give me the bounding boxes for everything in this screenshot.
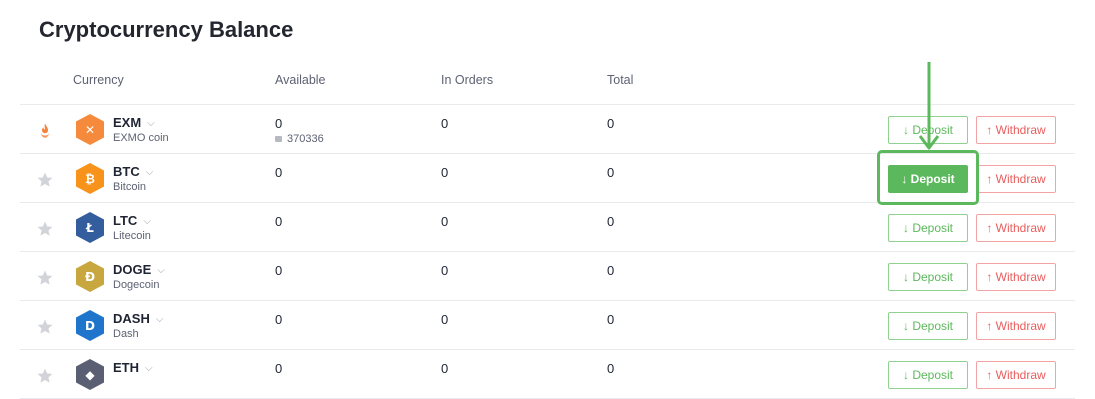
currency-name: Dogecoin: [113, 279, 160, 291]
bitcoin-icon: ₿: [74, 162, 106, 195]
available-value: 0: [275, 361, 283, 376]
currency-name: Litecoin: [113, 230, 151, 242]
table-row: Ł LTC ⌵ Litecoin 0 0 0 ↓ Deposit ↑ Withdraw: [20, 203, 1075, 251]
fire-icon[interactable]: [36, 122, 54, 140]
down-arrow-annotation: [918, 62, 940, 150]
deposit-button[interactable]: ↓ Deposit: [888, 214, 968, 242]
in-orders-value: 0: [441, 312, 449, 327]
currency-ticker[interactable]: BTC ⌵: [113, 164, 153, 179]
in-orders-value: 0: [441, 214, 449, 229]
column-header-available[interactable]: Available: [275, 73, 326, 87]
table-row: ◆ ETH ⌵ 0 0 0 ↓ Deposit ↑ Withdraw: [20, 350, 1075, 398]
currency-name: EXMO coin: [113, 132, 169, 144]
currency-ticker-label: EXM: [113, 115, 142, 130]
deposit-button[interactable]: ↓ Deposit: [888, 263, 968, 291]
star-icon[interactable]: [36, 171, 54, 189]
currency-ticker[interactable]: DASH ⌵: [113, 311, 163, 326]
ethereum-icon: ◆: [74, 358, 106, 391]
dash-icon: D: [74, 309, 106, 342]
star-icon[interactable]: [36, 367, 54, 385]
chevron-down-icon[interactable]: ⌵: [157, 265, 165, 276]
in-orders-value: 0: [441, 263, 449, 278]
table-row: Đ DOGE ⌵ Dogecoin 0 0 0 ↓ Deposit ↑ Withdraw: [20, 252, 1075, 300]
column-header-currency[interactable]: Currency: [73, 73, 124, 87]
withdraw-button[interactable]: ↑ Withdraw: [976, 361, 1056, 389]
star-icon[interactable]: [36, 318, 54, 336]
available-value: 0: [275, 116, 283, 131]
currency-ticker[interactable]: LTC ⌵: [113, 213, 151, 228]
currency-ticker-label: DOGE: [113, 262, 152, 277]
available-value: 0: [275, 312, 283, 327]
currency-ticker[interactable]: EXM ⌵: [113, 115, 155, 130]
dogecoin-icon: Đ: [74, 260, 106, 293]
total-value: 0: [607, 214, 615, 229]
exmo-coin-icon: ✕: [74, 113, 106, 146]
withdraw-button[interactable]: ↑ Withdraw: [976, 165, 1056, 193]
total-value: 0: [607, 165, 615, 180]
withdraw-button[interactable]: ↑ Withdraw: [976, 214, 1056, 242]
available-value: 0: [275, 165, 283, 180]
available-value: 0: [275, 263, 283, 278]
in-orders-value: 0: [441, 165, 449, 180]
locked-amount-value: 370336: [287, 133, 324, 145]
chevron-down-icon[interactable]: ⌵: [147, 118, 155, 129]
litecoin-icon: Ł: [74, 211, 106, 244]
currency-ticker-label: BTC: [113, 164, 140, 179]
currency-ticker-label: LTC: [113, 213, 138, 228]
deposit-button[interactable]: ↓ Deposit: [888, 361, 968, 389]
svg-text:✕: ✕: [85, 123, 95, 137]
svg-text:◆: ◆: [85, 368, 95, 382]
currency-ticker-label: DASH: [113, 311, 150, 326]
lock-icon: [275, 136, 282, 142]
deposit-highlight-box: [877, 150, 979, 205]
svg-text:Đ: Đ: [85, 270, 95, 284]
table-row: ✕ EXM ⌵ EXMO coin 0 370336 0 0 ↓ Deposit ↑ Withdr…: [20, 105, 1075, 153]
currency-name: Dash: [113, 328, 139, 340]
column-header-total[interactable]: Total: [607, 73, 633, 87]
withdraw-button[interactable]: ↑ Withdraw: [976, 116, 1056, 144]
locked-amount: 370336: [275, 133, 324, 145]
chevron-down-icon[interactable]: ⌵: [156, 314, 164, 325]
chevron-down-icon[interactable]: ⌵: [143, 216, 151, 227]
chevron-down-icon[interactable]: ⌵: [145, 363, 153, 374]
in-orders-value: 0: [441, 361, 449, 376]
column-header-in-orders[interactable]: In Orders: [441, 73, 493, 87]
total-value: 0: [607, 263, 615, 278]
withdraw-button[interactable]: ↑ Withdraw: [976, 263, 1056, 291]
total-value: 0: [607, 116, 615, 131]
total-value: 0: [607, 361, 615, 376]
currency-ticker[interactable]: DOGE ⌵: [113, 262, 165, 277]
withdraw-button[interactable]: ↑ Withdraw: [976, 312, 1056, 340]
svg-text:D: D: [85, 319, 95, 333]
page-title: Cryptocurrency Balance: [39, 17, 294, 42]
available-value: 0: [275, 214, 283, 229]
in-orders-value: 0: [441, 116, 449, 131]
deposit-button[interactable]: ↓ Deposit: [888, 312, 968, 340]
currency-name: Bitcoin: [113, 181, 147, 193]
svg-text:₿: ₿: [85, 172, 95, 186]
svg-text:Ł: Ł: [85, 221, 94, 235]
star-icon[interactable]: [36, 269, 54, 287]
table-row: D DASH ⌵ Dash 0 0 0 ↓ Deposit ↑ Withdraw: [20, 301, 1075, 349]
total-value: 0: [607, 312, 615, 327]
star-icon[interactable]: [36, 220, 54, 238]
chevron-down-icon[interactable]: ⌵: [146, 167, 154, 178]
